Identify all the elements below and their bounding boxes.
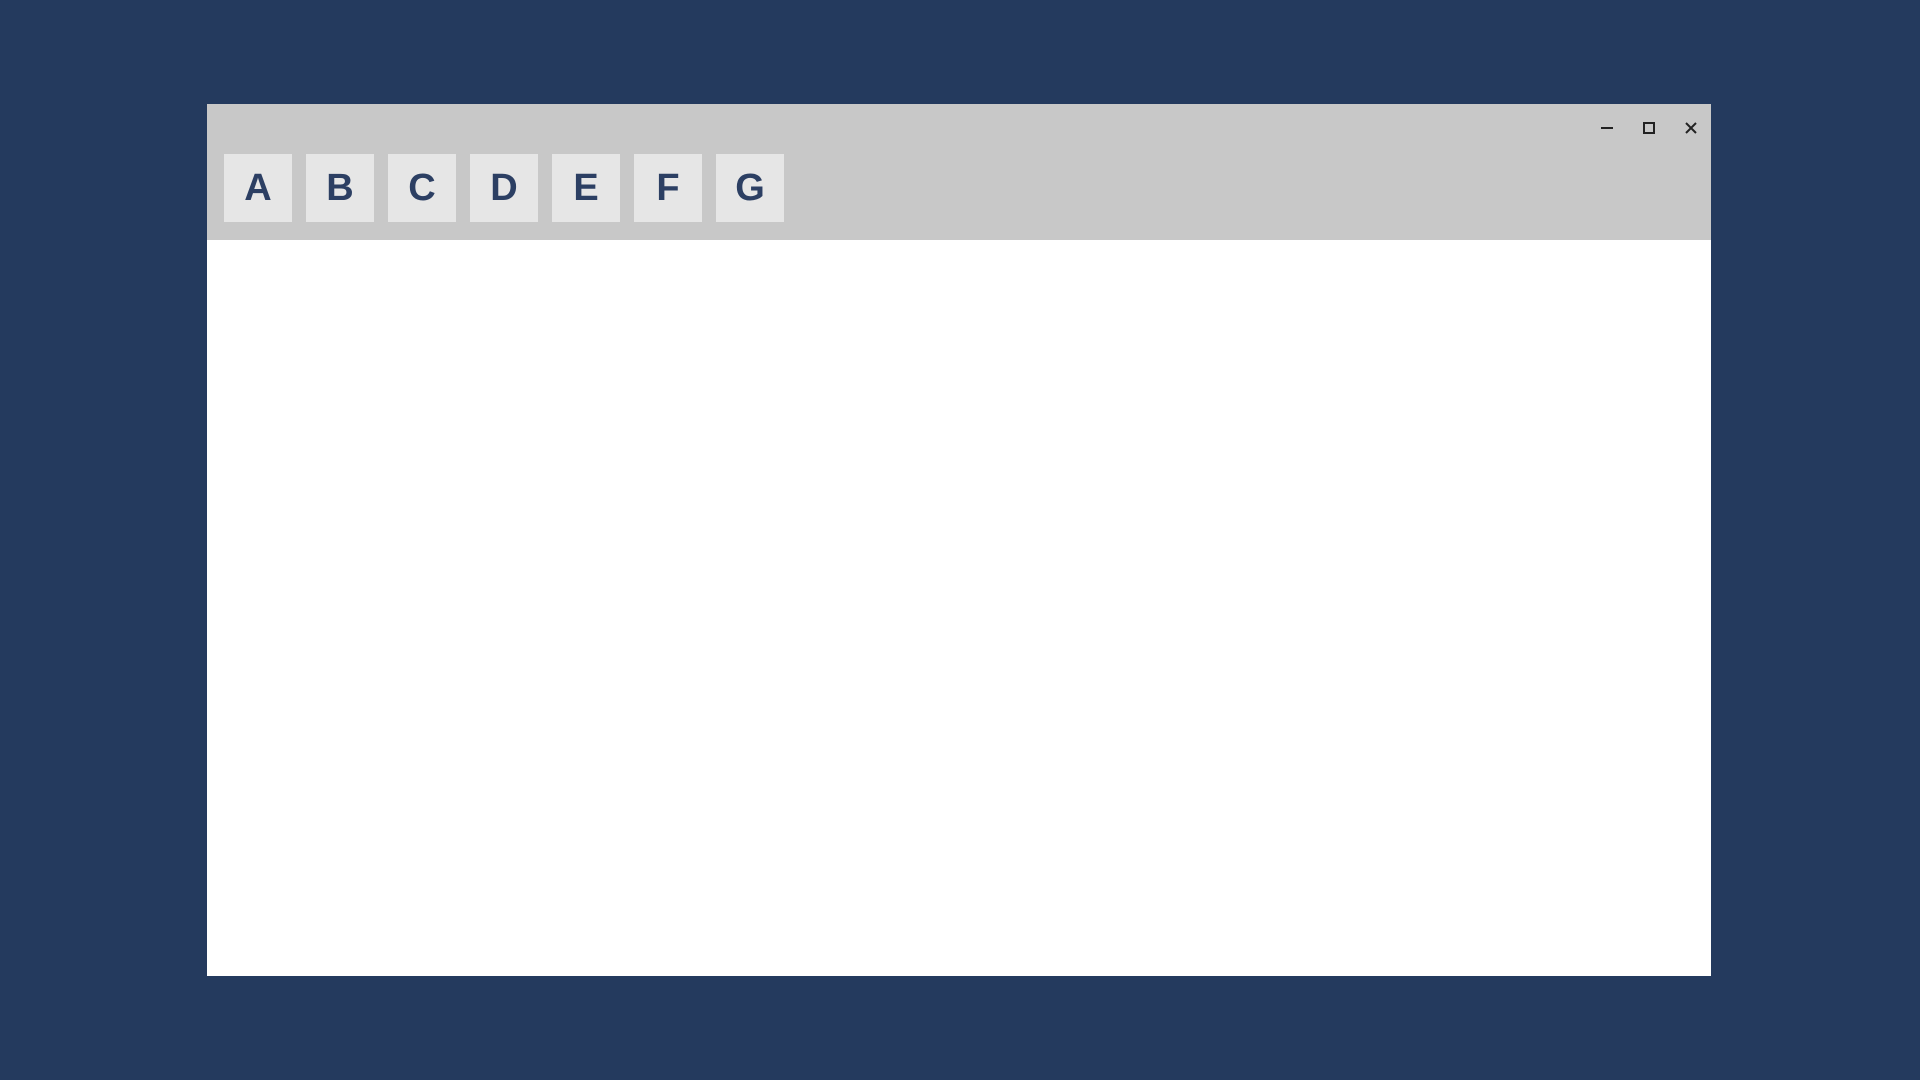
maximize-icon: [1642, 121, 1656, 135]
toolbar-button-g[interactable]: G: [716, 154, 784, 222]
toolbar-button-f[interactable]: F: [634, 154, 702, 222]
toolbar-button-a[interactable]: A: [224, 154, 292, 222]
window-controls: [1597, 118, 1701, 138]
content-area: [207, 240, 1711, 976]
titlebar: A B C D E F G: [207, 104, 1711, 240]
maximize-button[interactable]: [1639, 118, 1659, 138]
toolbar-button-d[interactable]: D: [470, 154, 538, 222]
app-window: A B C D E F G: [207, 104, 1711, 976]
toolbar-button-c[interactable]: C: [388, 154, 456, 222]
toolbar: A B C D E F G: [224, 154, 784, 222]
minimize-button[interactable]: [1597, 118, 1617, 138]
toolbar-button-b[interactable]: B: [306, 154, 374, 222]
close-button[interactable]: [1681, 118, 1701, 138]
toolbar-button-e[interactable]: E: [552, 154, 620, 222]
close-icon: [1683, 120, 1699, 136]
minimize-icon: [1599, 120, 1615, 136]
